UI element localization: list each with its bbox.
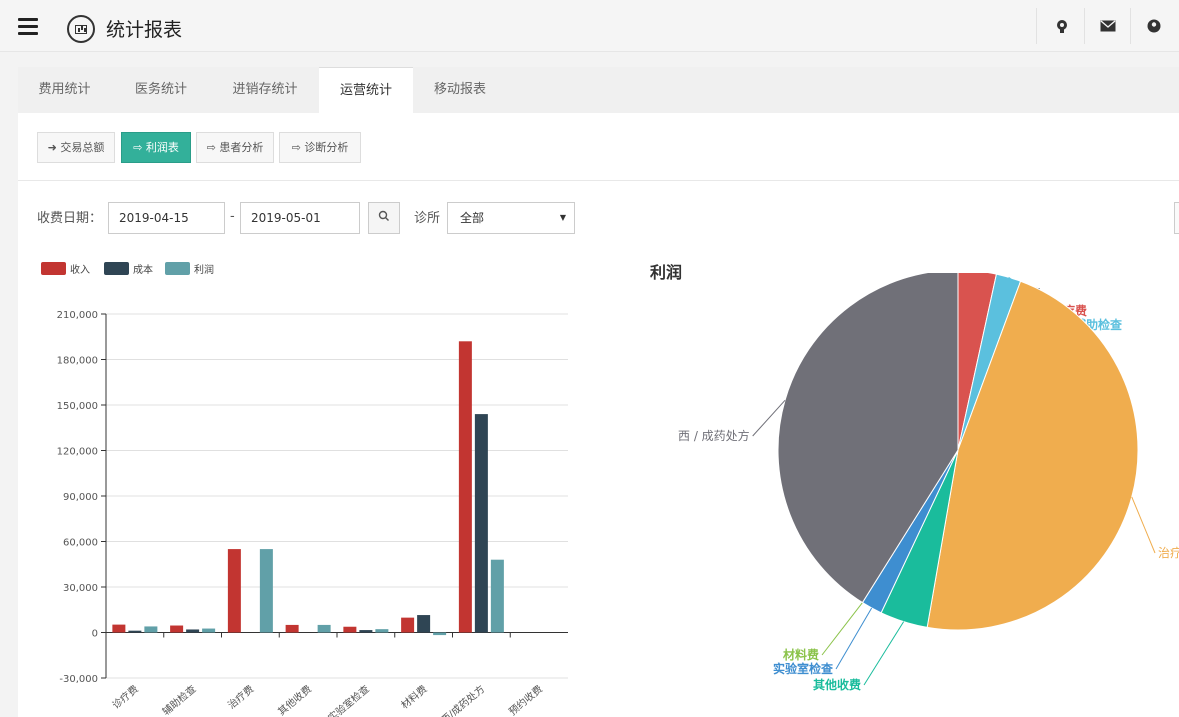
bar-成本[interactable] — [359, 630, 373, 633]
sign-out-icon: ⇨ — [206, 141, 220, 154]
y-tick-label: -30,000 — [59, 674, 98, 685]
pie-label: 其他收费 — [813, 677, 861, 692]
legend-item-income[interactable]: 收入 — [41, 261, 90, 276]
y-tick-label: 120,000 — [57, 447, 98, 458]
y-tick-label: 90,000 — [63, 492, 98, 503]
subtab-transaction-total[interactable]: ➜ 交易总额 — [37, 132, 115, 163]
date-label: 收费日期： — [37, 211, 103, 226]
subtab-label: 患者分析 — [219, 141, 264, 154]
subtab-profit[interactable]: ⇨ 利润表 — [121, 132, 191, 163]
tab-fee-stats[interactable]: 费用统计 — [18, 67, 111, 113]
sign-out-icon: ⇨ — [291, 141, 305, 154]
y-tick-label: 180,000 — [57, 356, 98, 367]
pie-label-line — [1131, 496, 1156, 554]
legend-swatch — [165, 262, 190, 275]
bar-成本[interactable] — [417, 615, 431, 633]
menu-icon[interactable] — [18, 18, 38, 35]
bar-利润[interactable] — [202, 628, 216, 633]
x-tick-label: 治疗费 — [225, 682, 256, 711]
y-tick-label: 60,000 — [63, 538, 98, 549]
x-tick-label: 辅助检查 — [160, 682, 199, 717]
bar-利润[interactable] — [490, 559, 504, 633]
pie-label-line — [835, 607, 873, 670]
sign-out-icon: ⇨ — [133, 141, 146, 154]
subtab-diagnosis-analysis[interactable]: ⇨ 诊断分析 — [279, 132, 361, 163]
top-bar: 统计报表 — [0, 0, 1179, 52]
user-icon[interactable] — [1131, 12, 1177, 40]
bar-利润[interactable] — [317, 624, 331, 633]
bar-利润[interactable] — [144, 626, 158, 633]
date-separator: - — [230, 209, 235, 224]
bar-收入[interactable] — [285, 624, 299, 633]
x-tick-label: 诊疗费 — [109, 682, 140, 711]
x-tick-label: 其他收费 — [275, 682, 314, 717]
bar-收入[interactable] — [401, 617, 415, 633]
bar-成本[interactable] — [128, 630, 142, 633]
subtab-label: 诊断分析 — [304, 141, 349, 154]
pie-label-line — [863, 621, 905, 686]
legend-swatch — [41, 262, 66, 275]
end-date-input[interactable]: 2019-05-01 — [240, 202, 360, 234]
pie-label: 治疗费 — [1158, 546, 1179, 560]
bar-chart: 210,000 180,000 150,000 120,000 90,000 60,000… — [57, 310, 568, 717]
clinic-select-value: 全部 — [460, 211, 485, 225]
tab-bar: 费用统计 医务统计 进销存统计 运营统计 移动报表 — [18, 67, 1179, 113]
sign-in-icon: ➜ — [47, 141, 61, 154]
tab-operation-stats[interactable]: 运营统计 — [319, 67, 413, 113]
x-tick-label: 预约收费 — [506, 682, 545, 717]
caret-down-icon: ▼ — [559, 213, 566, 222]
bar-成本[interactable] — [474, 414, 488, 633]
bar-收入[interactable] — [170, 625, 184, 633]
pie-label: 实验室检查 — [773, 661, 834, 676]
tab-medical-stats[interactable]: 医务统计 — [111, 67, 211, 113]
tab-mobile-report[interactable]: 移动报表 — [413, 67, 507, 113]
support-agent-icon[interactable] — [1039, 12, 1085, 40]
chart-report-icon — [67, 15, 95, 43]
bar-利润[interactable] — [433, 632, 447, 636]
bar-收入[interactable] — [343, 626, 357, 633]
y-tick-label: 30,000 — [63, 583, 98, 594]
y-tick-label: 0 — [92, 629, 98, 640]
divider — [1036, 8, 1037, 44]
export-button[interactable] — [1174, 202, 1179, 234]
sub-tab-bar: ➜ 交易总额 ⇨ 利润表 ⇨ 患者分析 ⇨ 诊断分析 — [18, 113, 1179, 181]
clinic-label: 诊所 — [414, 211, 441, 226]
x-tick-label: 实验室检查 — [325, 682, 372, 717]
legend-item-cost[interactable]: 成本 — [104, 261, 153, 276]
search-icon — [378, 210, 389, 221]
x-tick-label: 西/成药处方 — [438, 682, 487, 717]
legend-label: 利润 — [194, 265, 214, 276]
pie-label: 西 / 成药处方 — [678, 428, 750, 443]
tab-inventory-stats[interactable]: 进销存统计 — [211, 67, 319, 113]
start-date-input[interactable]: 2019-04-15 — [108, 202, 225, 234]
legend-swatch — [104, 262, 129, 275]
search-button[interactable] — [368, 202, 400, 234]
clinic-select[interactable]: 全部 ▼ — [447, 202, 575, 234]
subtab-label: 交易总额 — [60, 141, 105, 154]
bar-收入[interactable] — [227, 549, 241, 633]
content-panel: ➜ 交易总额 ⇨ 利润表 ⇨ 患者分析 ⇨ 诊断分析 收费日期： 2019-04… — [18, 113, 1179, 717]
bar-成本[interactable] — [186, 629, 200, 633]
legend-label: 成本 — [133, 265, 153, 276]
pie-chart: 预约收费诊疗费辅助检查治疗费其他收费实验室检查材料费西 / 成药处方 — [678, 273, 1179, 692]
legend-label: 收入 — [70, 265, 90, 276]
bar-利润[interactable] — [375, 629, 389, 633]
subtab-label: 利润表 — [145, 141, 179, 154]
subtab-patient-analysis[interactable]: ⇨ 患者分析 — [196, 132, 274, 163]
y-tick-label: 150,000 — [57, 401, 98, 412]
y-tick-label: 210,000 — [57, 310, 98, 321]
mail-icon[interactable] — [1085, 12, 1131, 40]
pie-label: 材料费 — [782, 647, 819, 662]
x-tick-label: 材料费 — [398, 682, 429, 711]
legend-item-profit[interactable]: 利润 — [165, 261, 214, 276]
bar-利润[interactable] — [259, 549, 273, 633]
page-title: 统计报表 — [106, 19, 183, 41]
bar-收入[interactable] — [458, 341, 472, 633]
pie-label-line — [821, 602, 863, 656]
bar-收入[interactable] — [112, 624, 126, 633]
